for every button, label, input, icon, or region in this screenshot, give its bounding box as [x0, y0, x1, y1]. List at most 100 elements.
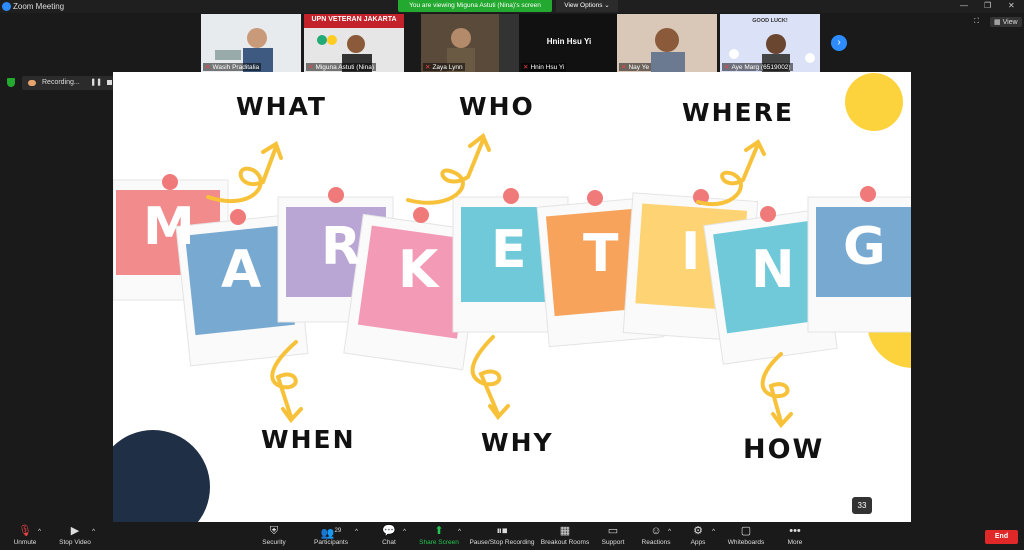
shared-screen-slide: M A R K E T I N G WHAT WHO WHERE WHEN WH…: [113, 72, 911, 522]
next-page-arrow-icon[interactable]: ›: [831, 35, 847, 51]
zoom-logo-icon: [2, 2, 11, 11]
whiteboards-label: Whiteboards: [727, 539, 765, 546]
chat-bubble-icon: 💬: [382, 525, 396, 537]
slide-letter: A: [221, 240, 264, 300]
participant-name-text: Zaya Lynn: [432, 64, 463, 71]
support-icon: ▭: [607, 525, 619, 537]
slide-letter: G: [843, 217, 888, 277]
participant-name: ✕ Wasih Praditalia: [203, 63, 262, 71]
whiteboard-icon: ▢: [740, 525, 752, 537]
slide-word-where: WHERE: [682, 98, 794, 127]
slide-letter: I: [681, 222, 703, 282]
pause-stop-recording-label: Pause/Stop Recording: [469, 539, 535, 546]
participant-name-text: Wasih Praditalia: [212, 64, 260, 71]
slide-letter: T: [583, 224, 621, 284]
security-button[interactable]: ⛨ Security: [258, 525, 290, 546]
participant-name: ✕ Miguna Astuti (Nina): [306, 63, 376, 71]
participant-tile[interactable]: GOOD LUCK! ✕ Aye Marg (6519002): [720, 14, 820, 72]
pause-stop-recording-button[interactable]: ⏸⏹ Pause/Stop Recording: [468, 525, 536, 546]
share-screen-label: Share Screen: [419, 539, 459, 546]
participants-icon: 👥29: [320, 527, 342, 540]
shield-icon: ⛨: [269, 525, 279, 537]
meeting-toolbar: 🎙 Unmute ^ ▶ Stop Video ^ ⛨ Security 👥29 Par…: [0, 522, 1024, 550]
participant-tile[interactable]: Hnin Hsu Yi ✕ Hnin Hsu Yi: [519, 14, 619, 72]
reactions-chevron-icon[interactable]: ^: [668, 528, 671, 535]
slide-word-when: WHEN: [261, 425, 356, 454]
participant-name-text: Nay Ye: [628, 64, 650, 71]
muted-mic-icon: ✕: [205, 64, 211, 71]
pause-recording-icon[interactable]: ❚❚: [90, 76, 102, 90]
view-button-label: View: [1002, 19, 1018, 26]
recording-indicator: Recording... ❚❚: [22, 76, 116, 90]
audio-options-chevron-icon[interactable]: ^: [38, 528, 41, 535]
muted-mic-icon: ✕: [621, 64, 627, 71]
more-button[interactable]: ••• More: [783, 525, 807, 546]
stop-video-label: Stop Video: [59, 539, 91, 546]
arrows-up: [206, 132, 766, 206]
share-screen-icon: ⬆: [434, 525, 444, 537]
close-icon[interactable]: ✕: [1008, 1, 1015, 10]
support-button[interactable]: ▭ Support: [599, 525, 627, 546]
breakout-rooms-icon: ▦: [559, 525, 571, 537]
participants-button[interactable]: 👥29 Participants: [310, 525, 352, 546]
recording-bar: Recording... ❚❚: [2, 76, 116, 90]
support-label: Support: [601, 539, 625, 546]
recording-label: Recording...: [42, 79, 80, 86]
participant-display-name: Hnin Hsu Yi: [546, 37, 592, 46]
reactions-label: Reactions: [641, 539, 671, 546]
security-label: Security: [262, 539, 286, 546]
apps-button[interactable]: ⚙ Apps: [688, 525, 708, 546]
participant-tile[interactable]: ✕ Zaya Lynn: [421, 14, 521, 72]
slide-word-who: WHO: [459, 92, 535, 121]
unmute-label: Unmute: [13, 539, 37, 546]
slide-word-why: WHY: [481, 428, 554, 457]
participant-count: 29: [334, 528, 342, 534]
more-dots-icon: •••: [789, 525, 801, 537]
chat-chevron-icon[interactable]: ^: [403, 528, 406, 535]
participant-tile[interactable]: ✕ Nay Ye: [617, 14, 717, 72]
chat-button[interactable]: 💬 Chat: [378, 525, 400, 546]
breakout-rooms-button[interactable]: ▦ Breakout Rooms: [540, 525, 590, 546]
participant-tile[interactable]: UPN VETERAN JAKARTA ✕ Miguna Astuti (Nina…: [304, 14, 404, 72]
recording-cloud-icon: [28, 80, 36, 86]
participant-name: ✕ Hnin Hsu Yi: [521, 63, 567, 71]
view-button[interactable]: ▦ View: [990, 17, 1022, 27]
share-screen-button[interactable]: ⬆ Share Screen: [418, 525, 460, 546]
speaker-view-icon[interactable]: ⛶: [974, 18, 979, 26]
unmute-button[interactable]: 🎙 Unmute: [10, 525, 40, 546]
restore-icon[interactable]: ❐: [984, 1, 991, 10]
viewing-screen-banner: You are viewing Miguna Astuti (Nina)'s s…: [398, 0, 552, 12]
participant-name-text: Miguna Astuti (Nina): [315, 64, 374, 71]
participant-name: ✕ Nay Ye: [619, 63, 652, 71]
participants-chevron-icon[interactable]: ^: [355, 528, 358, 535]
slide-letter: E: [491, 220, 529, 280]
breakout-rooms-label: Breakout Rooms: [540, 539, 590, 546]
slide-letter: K: [398, 240, 441, 300]
participant-tile[interactable]: ✕ Wasih Praditalia: [201, 14, 301, 72]
slide-word-what: WHAT: [236, 92, 327, 121]
slide-page-number: 33: [852, 497, 872, 514]
stop-recording-icon[interactable]: [107, 80, 112, 85]
muted-mic-icon: ✕: [724, 64, 730, 71]
stop-video-button[interactable]: ▶ Stop Video: [55, 525, 95, 546]
slide-letter: N: [751, 240, 797, 300]
apps-chevron-icon[interactable]: ^: [712, 528, 715, 535]
muted-mic-icon: ✕: [523, 64, 529, 71]
view-options-label: View Options: [564, 2, 603, 9]
end-meeting-button[interactable]: End: [985, 530, 1018, 544]
participant-name-text: Hnin Hsu Yi: [530, 64, 565, 71]
share-chevron-icon[interactable]: ^: [458, 528, 461, 535]
view-options-button[interactable]: View Options ⌄: [556, 0, 618, 12]
pause-stop-icon: ⏸⏹: [496, 525, 508, 537]
whiteboards-button[interactable]: ▢ Whiteboards: [726, 525, 766, 546]
apps-icon: ⚙: [693, 525, 703, 537]
navy-circle: [113, 430, 210, 522]
more-label: More: [787, 539, 803, 546]
video-options-chevron-icon[interactable]: ^: [92, 528, 95, 535]
encryption-shield-icon[interactable]: [7, 78, 15, 87]
muted-mic-icon: ✕: [308, 64, 314, 71]
muted-mic-icon: ✕: [425, 64, 431, 71]
minimize-icon[interactable]: —: [960, 1, 968, 10]
participant-sign-text: UPN VETERAN JAKARTA: [311, 16, 397, 23]
participant-name: ✕ Aye Marg (6519002): [722, 63, 793, 71]
